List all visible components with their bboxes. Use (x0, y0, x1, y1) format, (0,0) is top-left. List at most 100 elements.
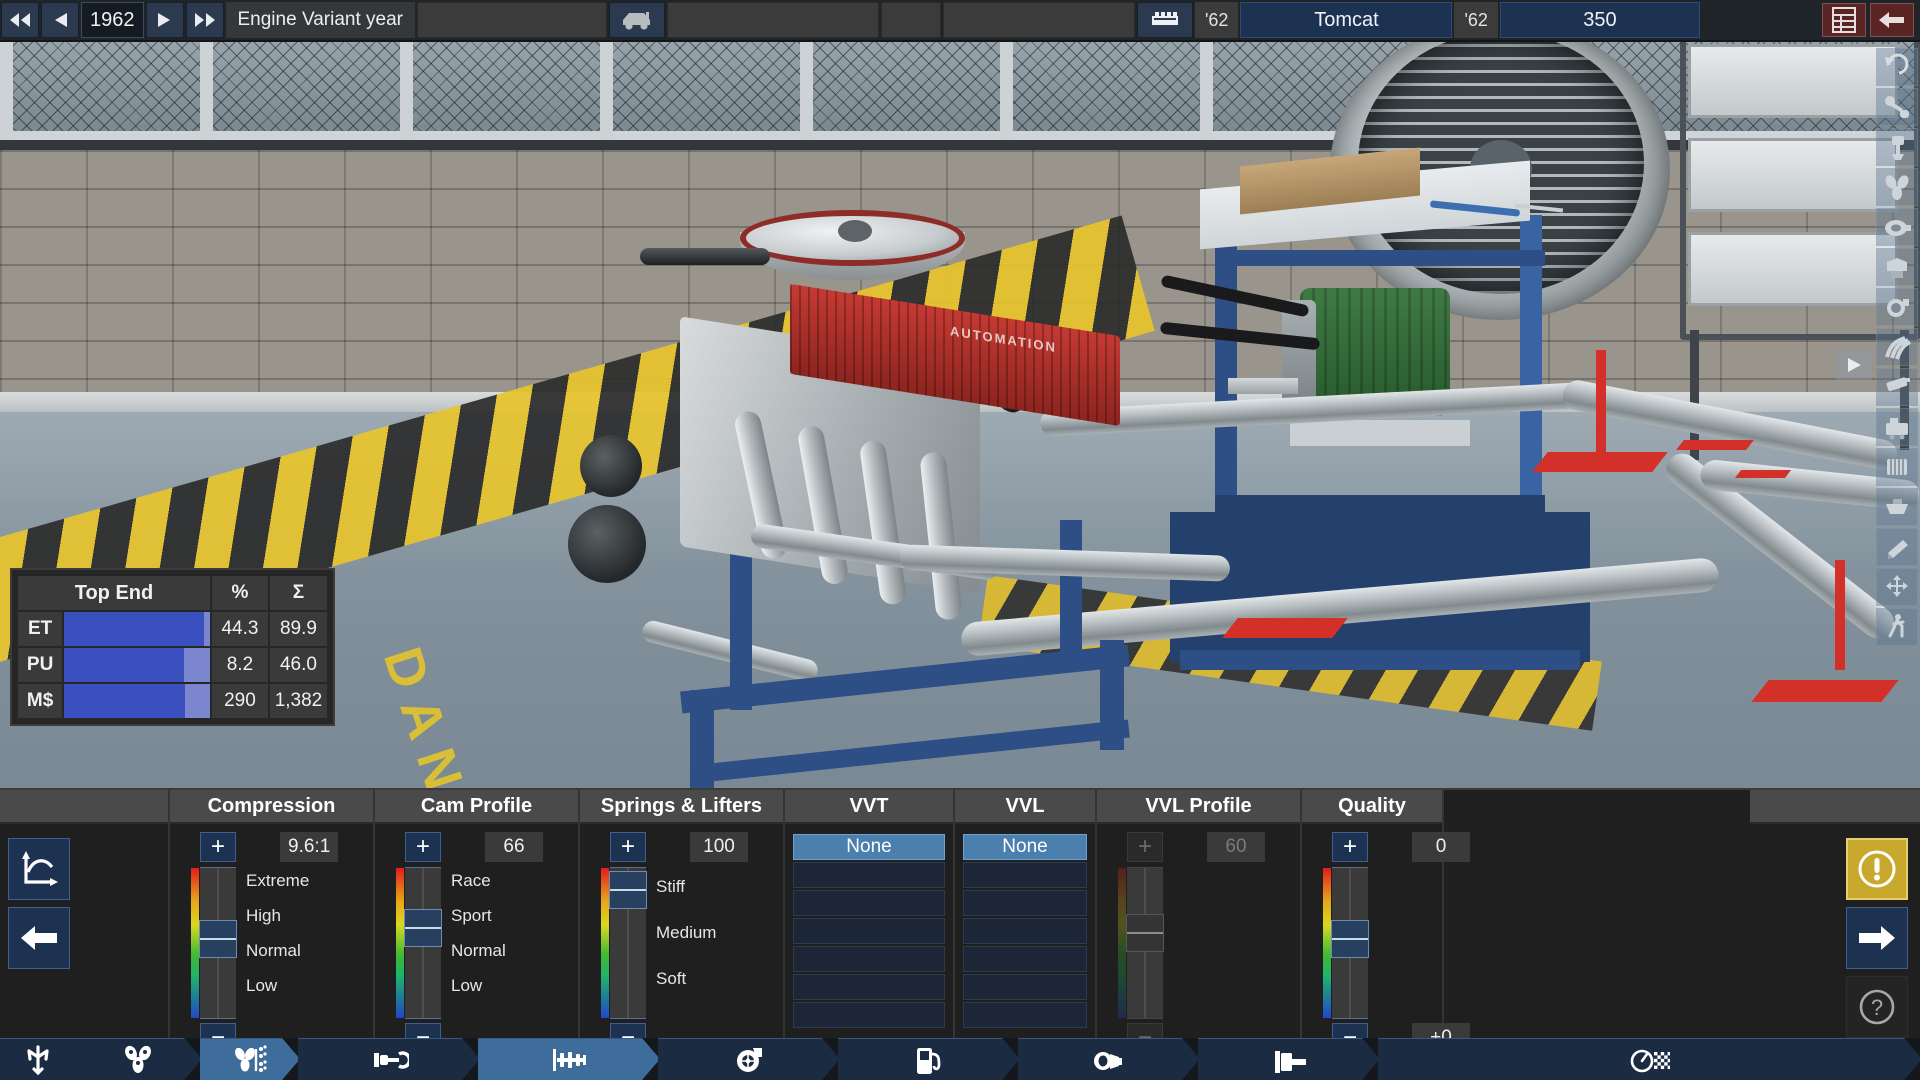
vvt-option[interactable] (793, 946, 945, 972)
table-view-button[interactable] (1822, 3, 1866, 37)
engine-family-year[interactable]: '62 (1194, 2, 1239, 38)
sidebar-button-rotate-reset[interactable] (1876, 48, 1918, 86)
sidebar-button-flywheel[interactable] (1876, 208, 1918, 246)
compression-increase-button[interactable]: + (200, 832, 236, 862)
nav-tab-exhaust[interactable] (1018, 1038, 1200, 1080)
vvt-option[interactable] (793, 862, 945, 888)
vvt-option[interactable]: None (793, 834, 945, 860)
close-back-button[interactable] (1870, 3, 1914, 37)
model-field[interactable] (666, 2, 879, 38)
stats-table: Top End % Σ ET 44.3 89.9 PU 8.2 46.0 M$ 290 1,38… (16, 574, 329, 720)
nav-tab-piston[interactable] (298, 1038, 480, 1080)
cam-profile-tick-label: Normal (451, 941, 506, 960)
rotate-reset-icon (1885, 53, 1909, 75)
springs-lifters-slider-thumb[interactable] (609, 871, 647, 909)
vvl-option[interactable] (963, 918, 1087, 944)
quality-slider-thumb[interactable] (1331, 920, 1369, 958)
quality-value[interactable]: 0 (1412, 832, 1470, 862)
springs-lifters-value[interactable]: 100 (690, 832, 748, 862)
vvl-option[interactable] (963, 946, 1087, 972)
stats-col-sum: Σ (269, 576, 327, 610)
nav-last-button[interactable] (185, 2, 224, 38)
sidebar-button-crankshaft[interactable] (1876, 88, 1918, 126)
compression-slider-track[interactable] (191, 867, 237, 1019)
cam-profile-value[interactable]: 66 (485, 832, 543, 862)
panel-next-button[interactable] (1846, 907, 1908, 969)
help-button[interactable]: ? (1846, 976, 1908, 1038)
springs-lifters-increase-button[interactable]: + (610, 832, 646, 862)
forward-arrow-icon (1859, 926, 1895, 950)
vvl-profile-increase-button[interactable]: + (1127, 832, 1163, 862)
vvl-profile-slider-thumb[interactable] (1126, 914, 1164, 952)
vvl-option[interactable] (963, 862, 1087, 888)
nav-tab-bottom-end[interactable] (76, 1038, 202, 1080)
compression-value[interactable]: 9.6:1 (280, 832, 339, 862)
nav-next-button[interactable] (145, 2, 184, 38)
nav-prev-button[interactable] (41, 2, 79, 38)
sidebar-button-piston[interactable] (1876, 128, 1918, 166)
sidebar-button-intake-manifold[interactable] (1876, 248, 1918, 286)
sidebar-button-exhaust-headers[interactable] (1876, 328, 1918, 366)
muffler-icon (1886, 377, 1910, 392)
vvt-option[interactable] (793, 1002, 945, 1028)
stats-row: ET 44.3 89.9 (18, 612, 327, 646)
play-icon (1848, 358, 1861, 372)
cam-profile-increase-button[interactable]: + (405, 832, 441, 862)
cam-profile-tick-label: Race (451, 871, 491, 890)
car-field[interactable] (416, 2, 607, 38)
cam-profile-slider-thumb[interactable] (404, 909, 442, 947)
gauge-flag-icon (1630, 1043, 1670, 1077)
tools-column-header (0, 790, 168, 824)
sidebar-button-exhaust-tip[interactable] (1876, 528, 1918, 566)
nav-tab-camshaft[interactable] (478, 1038, 660, 1080)
sidebar-button-move[interactable] (1876, 568, 1918, 606)
sidebar-button-turbocharger[interactable] (1876, 288, 1918, 326)
nav-tab-fuel[interactable] (838, 1038, 1020, 1080)
engine-model[interactable]: AUTOMATION (568, 210, 1231, 650)
vvl-profile-slider-track[interactable] (1118, 867, 1164, 1019)
engine-family-name[interactable]: Tomcat (1240, 2, 1453, 38)
nav-tab-intake[interactable] (1198, 1038, 1380, 1080)
engine-variant-year[interactable]: '62 (1454, 2, 1498, 38)
trim-field[interactable] (942, 2, 1135, 38)
year-field[interactable]: 1962 (81, 2, 144, 38)
engine-icon-button[interactable] (1136, 2, 1193, 38)
nav-first-button[interactable] (1, 2, 39, 38)
back-arrow-icon (21, 926, 57, 950)
vvt-option[interactable] (793, 974, 945, 1000)
nav-tab-top-end[interactable] (200, 1038, 300, 1080)
panel-back-button[interactable] (8, 907, 70, 969)
nav-tab-overview[interactable] (0, 1038, 78, 1080)
vvl-option[interactable] (963, 1002, 1087, 1028)
vvt-option[interactable] (793, 890, 945, 916)
car-icon-button[interactable] (608, 2, 665, 38)
sidebar-button-muffler[interactable] (1876, 368, 1918, 406)
sidebar-button-oil-pan[interactable] (1876, 488, 1918, 526)
springs-lifters-slider-track[interactable] (601, 867, 647, 1019)
vvl-option[interactable] (963, 890, 1087, 916)
column-header-compression: Compression (170, 790, 373, 824)
sidebar-button-camshaft-lobes[interactable] (1876, 168, 1918, 206)
springs-lifters-gradient-scale (601, 868, 609, 1018)
quality-increase-button[interactable]: + (1332, 832, 1368, 862)
vvl-option[interactable]: None (963, 834, 1087, 860)
fuel-pump-icon (909, 1043, 949, 1077)
sidebar-button-engine-bay[interactable] (1876, 408, 1918, 446)
nav-tab-turbo[interactable] (658, 1038, 840, 1080)
vvl-profile-value[interactable]: 60 (1207, 832, 1265, 862)
sidebar-button-radiator[interactable] (1876, 448, 1918, 486)
actions-column-header (1750, 790, 1920, 824)
warning-button[interactable] (1846, 838, 1908, 900)
quality-slider-track[interactable] (1323, 867, 1369, 1019)
model-year-field[interactable] (880, 2, 941, 38)
column-body-vvl: None (955, 824, 1095, 1038)
vvt-option[interactable] (793, 918, 945, 944)
play-animation-button[interactable] (1836, 350, 1872, 380)
vvl-option[interactable] (963, 974, 1087, 1000)
engine-variant-name[interactable]: 350 (1499, 2, 1700, 38)
compression-slider-thumb[interactable] (199, 920, 237, 958)
sidebar-button-walk[interactable] (1876, 608, 1918, 646)
curve-graph-button[interactable] (8, 838, 70, 900)
nav-tab-results[interactable] (1378, 1038, 1920, 1080)
cam-profile-slider-track[interactable] (396, 867, 442, 1019)
